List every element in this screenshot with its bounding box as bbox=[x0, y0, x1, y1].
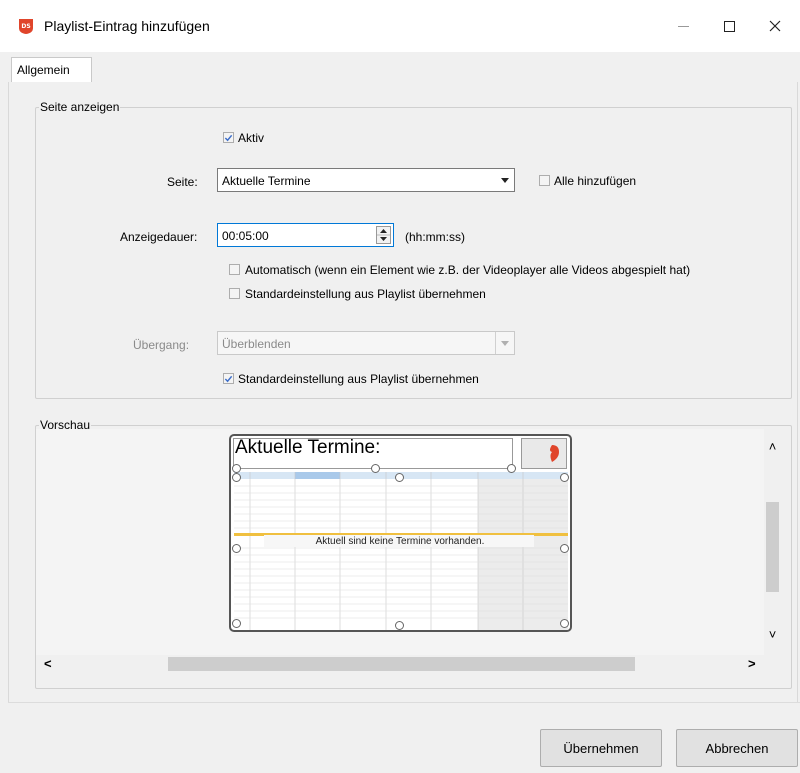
resize-handle[interactable] bbox=[560, 473, 569, 482]
seite-value: Aktuelle Termine bbox=[222, 174, 311, 188]
svg-text:DS: DS bbox=[21, 23, 30, 30]
standard-dauer-checkbox[interactable] bbox=[229, 288, 240, 299]
cancel-button[interactable]: Abbrechen bbox=[676, 729, 798, 767]
standard-uebergang-checkbox[interactable] bbox=[223, 373, 234, 384]
group-show-page-legend: Seite anzeigen bbox=[40, 100, 120, 114]
resize-handle[interactable] bbox=[560, 544, 569, 553]
standard-uebergang-label: Standardeinstellung aus Playlist überneh… bbox=[238, 372, 479, 386]
close-icon bbox=[769, 20, 781, 32]
resize-handle[interactable] bbox=[232, 464, 241, 473]
anzeigedauer-input[interactable]: 00:05:00 bbox=[217, 223, 394, 247]
tab-allgemein[interactable]: Allgemein bbox=[11, 57, 92, 82]
preview-logo-box[interactable] bbox=[521, 438, 567, 469]
alle-hinzufuegen-checkbox[interactable] bbox=[539, 175, 550, 186]
scroll-down-arrow-icon[interactable]: ˅ bbox=[764, 627, 781, 642]
automatisch-label: Automatisch (wenn ein Element wie z.B. d… bbox=[245, 263, 691, 277]
chevron-down-icon bbox=[495, 332, 514, 354]
preview-viewport: Aktuelle Termine: Aktuell sind keine Ter… bbox=[36, 429, 764, 655]
uebergang-select[interactable]: Überblenden bbox=[217, 331, 515, 355]
checkmark-icon bbox=[224, 134, 233, 141]
checkmark-icon bbox=[224, 375, 233, 382]
spinner-arrows-icon bbox=[377, 229, 390, 241]
window-title: Playlist-Eintrag hinzufügen bbox=[44, 18, 210, 34]
preview-calendar bbox=[234, 472, 568, 630]
uebergang-label: Übergang: bbox=[133, 338, 190, 352]
resize-handle[interactable] bbox=[232, 473, 241, 482]
scroll-up-arrow-icon[interactable]: ˄ bbox=[764, 439, 781, 454]
seite-label: Seite: bbox=[167, 175, 198, 189]
tab-bar bbox=[8, 52, 796, 83]
logo-shape-icon bbox=[550, 445, 559, 462]
resize-handle[interactable] bbox=[395, 621, 404, 630]
alle-hinzufuegen-label: Alle hinzufügen bbox=[554, 174, 637, 188]
horizontal-scroll-thumb[interactable] bbox=[168, 657, 635, 671]
resize-handle[interactable] bbox=[507, 464, 516, 473]
automatisch-checkbox[interactable] bbox=[229, 264, 240, 275]
resize-handle[interactable] bbox=[560, 619, 569, 628]
anzeigedauer-value: 00:05:00 bbox=[222, 229, 269, 243]
aktiv-checkbox[interactable] bbox=[223, 132, 234, 143]
preview-frame: Aktuelle Termine: Aktuell sind keine Ter… bbox=[229, 434, 572, 632]
preview-no-events-text: Aktuell sind keine Termine vorhanden. bbox=[315, 536, 485, 547]
resize-handle[interactable] bbox=[232, 619, 241, 628]
close-button[interactable] bbox=[752, 10, 798, 42]
resize-handle[interactable] bbox=[371, 464, 380, 473]
dialog-footer: Übernehmen Abbrechen bbox=[8, 702, 800, 773]
anzeigedauer-spinner[interactable] bbox=[376, 226, 391, 244]
anzeigedauer-label: Anzeigedauer: bbox=[120, 230, 198, 244]
duration-format-hint: (hh:mm:ss) bbox=[405, 230, 465, 244]
vertical-scroll-thumb[interactable] bbox=[766, 502, 779, 592]
minimize-button[interactable] bbox=[660, 10, 706, 42]
seite-select[interactable]: Aktuelle Termine bbox=[217, 168, 515, 192]
preview-vertical-scrollbar[interactable]: ˄ ˅ bbox=[764, 429, 781, 655]
chevron-down-icon bbox=[496, 169, 514, 191]
uebergang-value: Überblenden bbox=[222, 337, 291, 351]
scroll-right-arrow-icon[interactable]: > bbox=[748, 656, 756, 671]
resize-handle[interactable] bbox=[232, 544, 241, 553]
title-bar: DS Playlist-Eintrag hinzufügen bbox=[0, 0, 800, 52]
app-logo-icon: DS bbox=[17, 17, 35, 35]
maximize-button[interactable] bbox=[706, 10, 752, 42]
tab-content-panel: Seite anzeigen Aktiv Seite: Aktuelle Ter… bbox=[8, 82, 798, 702]
resize-handle[interactable] bbox=[395, 473, 404, 482]
preview-horizontal-scrollbar[interactable]: < > bbox=[36, 655, 764, 673]
apply-button[interactable]: Übernehmen bbox=[540, 729, 662, 767]
aktiv-label: Aktiv bbox=[238, 131, 265, 145]
standard-dauer-label: Standardeinstellung aus Playlist überneh… bbox=[245, 287, 486, 301]
scroll-left-arrow-icon[interactable]: < bbox=[44, 656, 52, 671]
